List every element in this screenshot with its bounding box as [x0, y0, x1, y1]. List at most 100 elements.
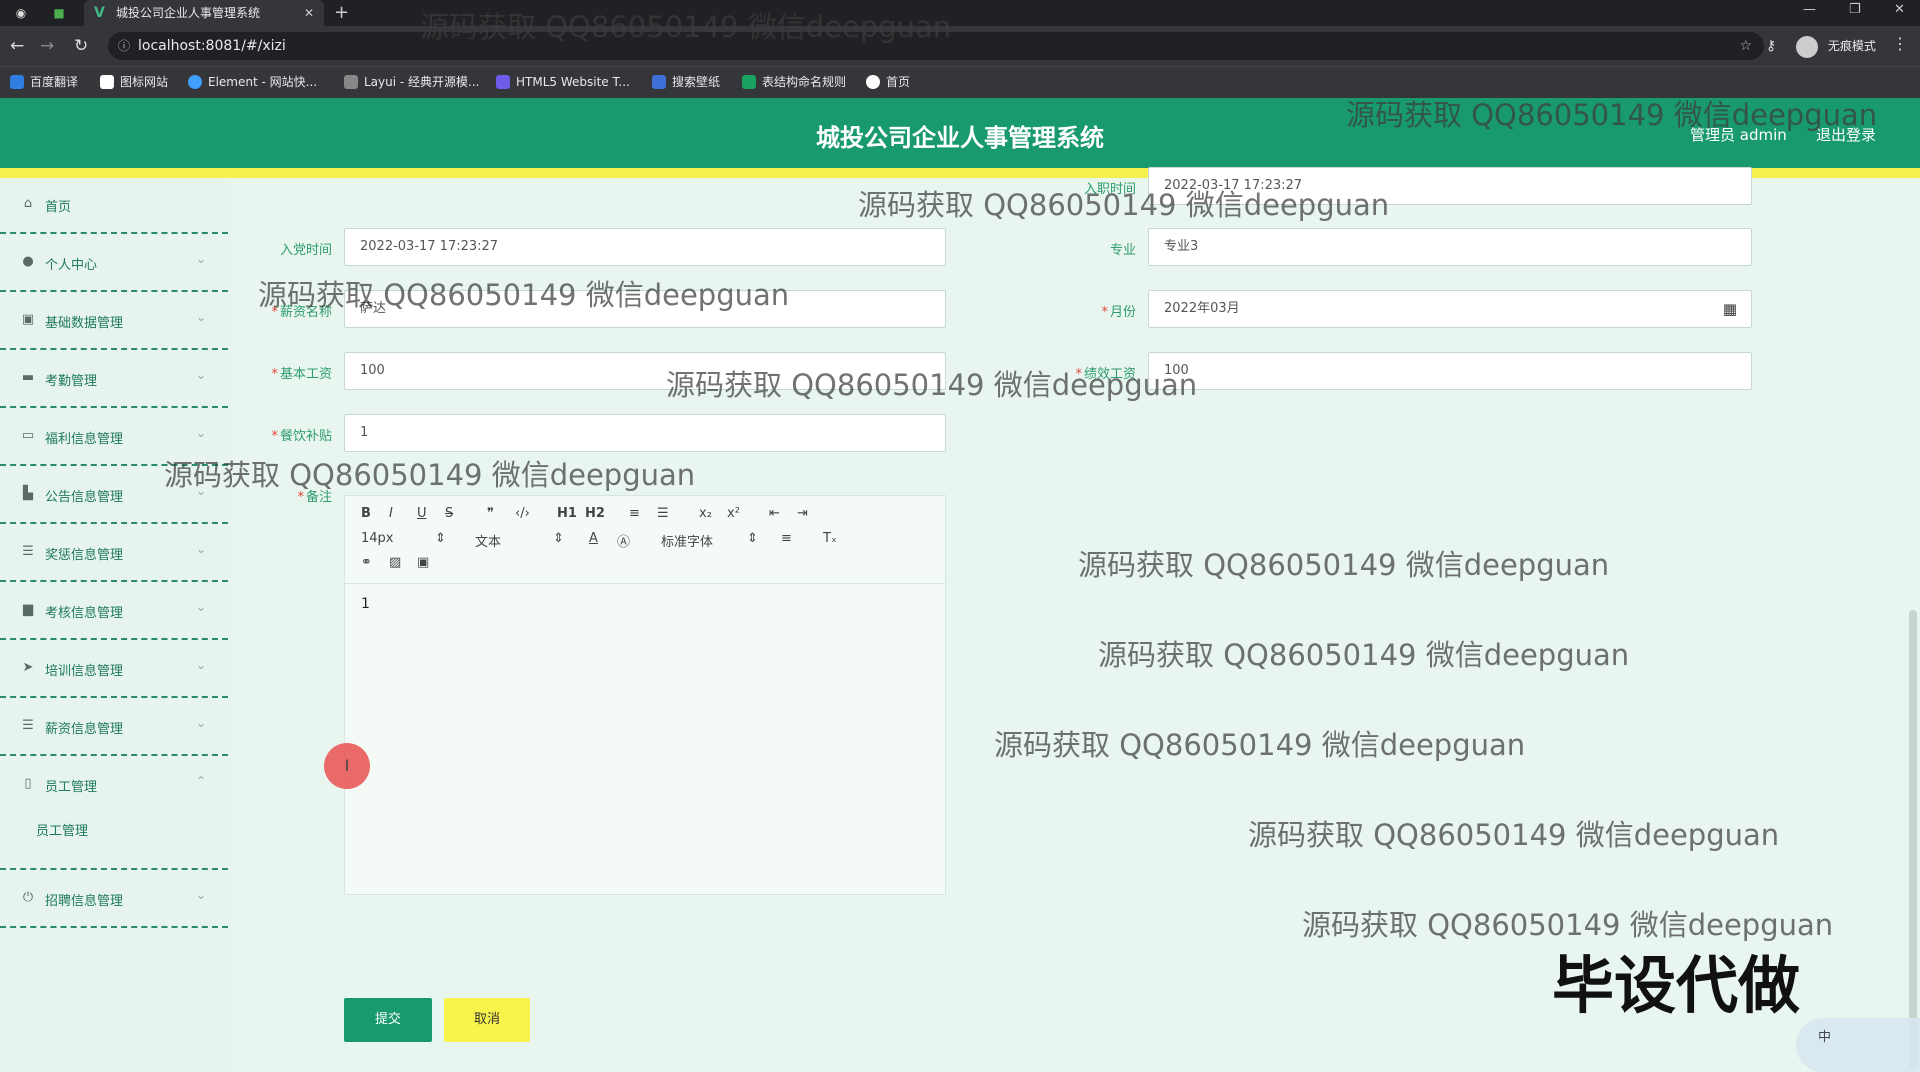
indent-icon[interactable]: ⇥ — [797, 506, 808, 521]
link-icon[interactable]: ⚭ — [361, 555, 372, 570]
sidebar-item-profile[interactable]: ● 个人中心 ⌄ — [0, 236, 228, 292]
clear-format-icon[interactable]: Tₓ — [823, 531, 837, 546]
superscript-icon[interactable]: x² — [727, 506, 740, 521]
sidebar-item-basic-data[interactable]: ▣ 基础数据管理 ⌄ — [0, 294, 228, 350]
bookmark-item[interactable]: 百度翻译 — [10, 67, 78, 97]
cancel-button[interactable]: 取消 — [444, 998, 530, 1042]
submit-button[interactable]: 提交 — [344, 998, 432, 1042]
entry-time-input[interactable]: 2022-03-17 17:23:27 — [1148, 167, 1752, 205]
background-color-icon[interactable]: Ⓐ — [617, 531, 630, 550]
sidebar-item-attendance[interactable]: ▬ 考勤管理 ⌄ — [0, 352, 228, 408]
heading2-icon[interactable]: H2 — [585, 506, 605, 521]
sidebar-item-recruit[interactable]: ⏻ 招聘信息管理 ⌄ — [0, 872, 228, 928]
reload-icon[interactable]: ↻ — [74, 35, 88, 57]
bookmark-item[interactable]: 首页 — [866, 67, 910, 97]
logout-link[interactable]: 退出登录 — [1816, 124, 1876, 145]
month-picker[interactable]: 2022年03月 ▦ — [1148, 290, 1752, 328]
chevron-down-icon: ⌄ — [195, 888, 206, 902]
font-size-select[interactable]: 14px ⇕ — [361, 531, 446, 546]
forward-icon[interactable]: → — [40, 35, 54, 57]
bold-icon[interactable]: B — [361, 506, 371, 521]
sidebar-item-assessment[interactable]: ▆ 考核信息管理 ⌄ — [0, 584, 228, 640]
sidebar-item-training[interactable]: ➤ 培训信息管理 ⌄ — [0, 642, 228, 698]
sidebar-item-reward[interactable]: ☰ 奖惩信息管理 ⌄ — [0, 526, 228, 582]
underline-icon[interactable]: U — [417, 506, 427, 521]
outdent-icon[interactable]: ⇤ — [769, 506, 780, 521]
align-icon[interactable]: ≡ — [781, 531, 792, 546]
sidebar-item-welfare[interactable]: ▭ 福利信息管理 ⌄ — [0, 410, 228, 466]
back-icon[interactable]: ← — [10, 35, 24, 57]
minimize-icon[interactable]: — — [1803, 0, 1816, 20]
current-user: 管理员 admin — [1690, 126, 1787, 144]
bookmark-item[interactable]: HTML5 Website T... — [496, 67, 630, 97]
code-icon[interactable]: ‹/› — [515, 506, 530, 521]
major-label: 专业 — [1109, 243, 1136, 258]
calendar-icon[interactable]: ▦ — [1723, 291, 1737, 327]
flag-icon — [100, 74, 114, 89]
meal-allowance-input[interactable]: 1 — [344, 414, 946, 452]
page-scrollbar[interactable] — [1906, 178, 1920, 1072]
incognito-avatar-icon — [1796, 35, 1818, 58]
sidebar-item-notice[interactable]: ▙ 公告信息管理 ⌄ — [0, 468, 228, 524]
browser-more-icon[interactable]: ⋮ — [1892, 34, 1908, 53]
image-icon[interactable]: ▨ — [389, 555, 401, 570]
bookmark-item[interactable]: Layui - 经典开源模... — [344, 67, 479, 97]
sidebar-item-home[interactable]: ⌂ 首页 — [0, 178, 228, 234]
scrollbar-thumb[interactable] — [1909, 610, 1917, 1070]
close-tab-icon[interactable]: ✕ — [304, 0, 314, 26]
bullet-list-icon[interactable]: ☰ — [657, 506, 669, 521]
base-salary-input[interactable]: 100 — [344, 352, 946, 390]
browser-tab-active[interactable]: V 城投公司企业人事管理系统 ✕ — [84, 0, 324, 26]
bookmark-item[interactable]: 搜索壁纸 — [652, 67, 720, 97]
page-title: 城投公司企业人事管理系统 — [816, 124, 1104, 152]
sidebar-subitem-employee[interactable]: 员工管理 — [36, 820, 88, 839]
app-header: 城投公司企业人事管理系统 管理员 admin 退出登录 — [0, 98, 1920, 168]
sidebar-item-salary[interactable]: ☰ 薪资信息管理 ⌄ — [0, 700, 228, 756]
rich-text-editor[interactable]: B I U S ❞ ‹/› H1 H2 ≡ ☰ x₂ x² ⇤ ⇥ 14px ⇕ … — [344, 495, 946, 895]
blockquote-icon[interactable]: ❞ — [487, 506, 494, 521]
bookmark-item[interactable]: 图标网站 — [100, 67, 168, 97]
heading1-icon[interactable]: H1 — [557, 506, 577, 521]
html5-icon — [496, 74, 510, 89]
incognito-indicator[interactable]: 无痕模式 — [1796, 34, 1876, 58]
italic-icon[interactable]: I — [389, 506, 393, 521]
ordered-list-icon[interactable]: ≡ — [629, 506, 640, 521]
performance-salary-label: * 绩效工资 — [1075, 367, 1136, 382]
new-tab-button[interactable]: + — [334, 0, 349, 26]
select-arrows-icon: ⇕ — [435, 531, 446, 546]
bookmark-item[interactable]: 表结构命名规则 — [742, 67, 846, 97]
table-icon — [742, 74, 756, 89]
editor-content[interactable]: 1 — [361, 596, 370, 612]
sidebar: ⌂ 首页 ● 个人中心 ⌄ ▣ 基础数据管理 ⌄ ▬ 考勤管理 ⌄ ▭ 福利信息管理 ⌄ ▙ 公告信… — [0, 178, 230, 1072]
font-family-select[interactable]: 标准字体 ⇕ — [661, 531, 758, 550]
key-icon[interactable]: ⚷ — [1766, 35, 1776, 57]
video-icon[interactable]: ▣ — [417, 555, 429, 570]
translate-icon — [10, 74, 24, 89]
subscript-icon[interactable]: x₂ — [699, 506, 712, 521]
element-icon — [188, 74, 202, 89]
browser-menu-icon[interactable]: ◉ — [12, 4, 30, 22]
chevron-down-icon: ⌄ — [195, 310, 206, 324]
paragraph-select[interactable]: 文本 ⇕ — [475, 531, 564, 550]
browser-tab-bar: ◉ ■ V 城投公司企业人事管理系统 ✕ + — ❐ ✕ — [0, 0, 1920, 26]
chevron-down-icon: ⌄ — [195, 716, 206, 730]
party-time-input[interactable]: 2022-03-17 17:23:27 — [344, 228, 946, 266]
restore-icon[interactable]: ❐ — [1849, 0, 1861, 20]
close-window-icon[interactable]: ✕ — [1894, 0, 1905, 20]
bookmark-item[interactable]: Element - 网站快... — [188, 67, 317, 97]
salary-name-input[interactable]: 萨达 — [344, 290, 946, 328]
font-color-icon[interactable]: A — [589, 531, 598, 546]
party-time-label: 入党时间 — [279, 243, 332, 258]
major-input[interactable]: 专业3 — [1148, 228, 1752, 266]
site-info-icon[interactable]: ⓘ — [118, 32, 130, 60]
chevron-down-icon: ⌄ — [195, 542, 206, 556]
pinned-tab-icon[interactable]: ■ — [50, 4, 68, 22]
attendance-icon: ▬ — [21, 370, 35, 385]
incognito-label: 无痕模式 — [1827, 39, 1876, 53]
performance-salary-input[interactable]: 100 — [1148, 352, 1752, 390]
bookmark-star-icon[interactable]: ☆ — [1739, 32, 1752, 60]
url-input[interactable]: ⓘ localhost:8081/#/xizi ☆ — [108, 32, 1764, 60]
base-salary-label: * 基本工资 — [271, 367, 332, 382]
strikethrough-icon[interactable]: S — [445, 506, 453, 521]
sidebar-item-employee[interactable]: ▯ 员工管理 ⌃ — [0, 758, 228, 870]
